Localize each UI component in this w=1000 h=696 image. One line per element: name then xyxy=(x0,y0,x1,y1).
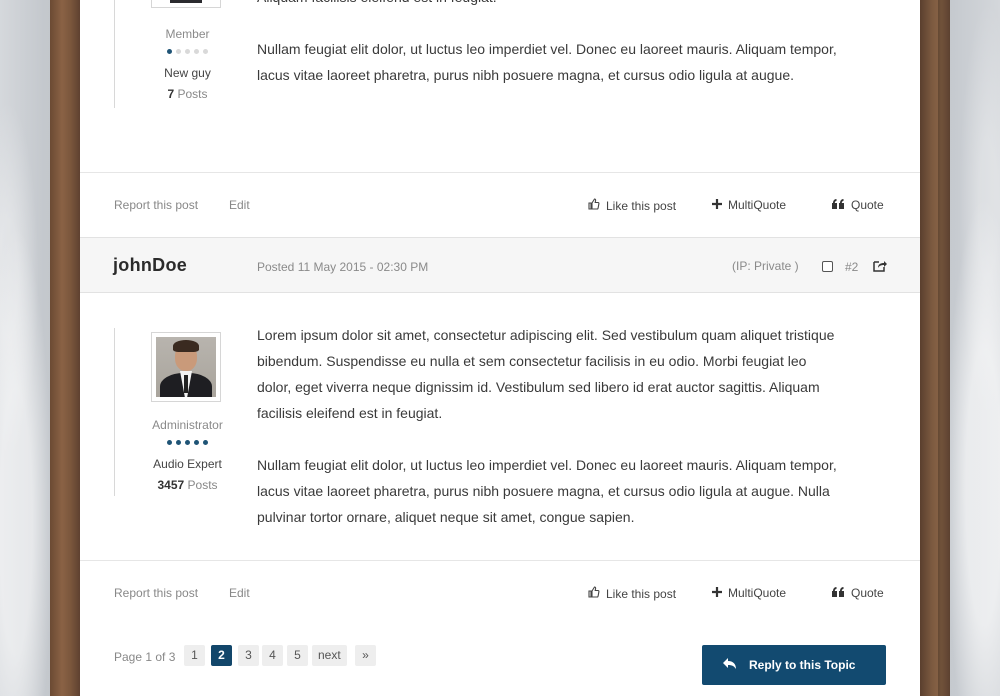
level-dot xyxy=(194,49,199,54)
plus-icon xyxy=(712,587,722,597)
like-label: Like this post xyxy=(606,587,677,601)
like-post-button[interactable]: Like this post xyxy=(588,586,676,601)
post-content: feugiat leo dolor, eget viverra neque di… xyxy=(257,0,837,114)
author-post-count: 3457 Posts xyxy=(115,478,260,492)
post-content: Lorem ipsum dolor sit amet, consectetur … xyxy=(257,322,837,556)
level-dot xyxy=(203,440,208,445)
post-date: Posted 11 May 2015 - 02:30 PM xyxy=(257,260,429,274)
page-indicator: Page 1 of 3 xyxy=(114,650,176,664)
page-link-4[interactable]: 4 xyxy=(262,645,283,666)
level-dot xyxy=(167,49,172,54)
post-2: Administrator Audio Expert 3457 Posts Lo… xyxy=(80,293,920,560)
wood-frame-left xyxy=(50,0,80,696)
page-link-5[interactable]: 5 xyxy=(287,645,308,666)
edit-post-link[interactable]: Edit xyxy=(229,198,250,212)
reply-label: Reply to this Topic xyxy=(749,658,856,672)
post-paragraph: Nullam feugiat elit dolor, ut luctus leo… xyxy=(257,457,837,525)
like-label: Like this post xyxy=(606,199,677,213)
reply-arrow-icon xyxy=(723,658,736,669)
post-paragraph: Lorem ipsum dolor sit amet, consectetur … xyxy=(257,327,835,421)
avatar[interactable] xyxy=(151,332,221,402)
select-post-checkbox[interactable] xyxy=(822,261,833,272)
author-info: Member New guy 7 Posts xyxy=(114,0,259,108)
post-actions-bar: Report this post Edit Like this post Mul… xyxy=(80,560,920,624)
level-dots xyxy=(115,49,260,54)
plus-icon xyxy=(712,199,722,209)
multiquote-label: MultiQuote xyxy=(728,586,787,600)
edit-post-link[interactable]: Edit xyxy=(229,586,250,600)
avatar-tie xyxy=(184,375,188,393)
level-dots xyxy=(115,440,260,445)
quote-label: Quote xyxy=(851,586,884,600)
forum-topic-panel: Member New guy 7 Posts feugiat leo dolor… xyxy=(80,0,920,696)
author-info: Administrator Audio Expert 3457 Posts xyxy=(114,328,259,496)
level-dot xyxy=(185,49,190,54)
next-page-link[interactable]: next xyxy=(312,645,347,666)
quote-label: Quote xyxy=(851,198,884,212)
share-icon[interactable] xyxy=(873,259,887,272)
like-post-button[interactable]: Like this post xyxy=(588,198,676,213)
frame-shadow xyxy=(938,0,950,696)
post-paragraph: Nullam feugiat elit dolor, ut luctus leo… xyxy=(257,41,837,83)
post-header: johnDoe Posted 11 May 2015 - 02:30 PM (I… xyxy=(80,237,920,293)
thumbs-up-icon xyxy=(588,198,600,210)
thumbs-up-icon xyxy=(588,586,600,598)
quote-icon xyxy=(832,587,844,597)
last-page-link[interactable]: » xyxy=(355,645,376,666)
page-link-3[interactable]: 3 xyxy=(238,645,259,666)
level-dot xyxy=(185,440,190,445)
avatar-image xyxy=(156,337,216,397)
level-dot xyxy=(203,49,208,54)
report-post-link[interactable]: Report this post xyxy=(114,198,198,212)
author-role: Member xyxy=(165,27,210,41)
post-1: Member New guy 7 Posts feugiat leo dolor… xyxy=(80,0,920,172)
page-link-1[interactable]: 1 xyxy=(184,645,205,666)
author-rank: Audio Expert xyxy=(153,457,222,471)
avatar-hair xyxy=(173,340,199,352)
reply-to-topic-button[interactable]: Reply to this Topic xyxy=(702,645,886,685)
post-count-label: Posts xyxy=(177,87,208,101)
level-dot xyxy=(176,49,181,54)
post-ip: (IP: Private ) xyxy=(732,259,799,273)
author-role: Administrator xyxy=(152,418,223,432)
avatar-image xyxy=(156,0,216,3)
post-username[interactable]: johnDoe xyxy=(113,255,187,276)
post-paragraph: feugiat leo dolor, eget viverra neque di… xyxy=(257,0,837,10)
post-number-link[interactable]: #2 xyxy=(845,260,858,274)
multiquote-label: MultiQuote xyxy=(728,198,787,212)
report-post-link[interactable]: Report this post xyxy=(114,586,198,600)
level-dot xyxy=(176,440,181,445)
multiquote-button[interactable]: MultiQuote xyxy=(712,198,786,212)
avatar[interactable] xyxy=(151,0,221,8)
multiquote-button[interactable]: MultiQuote xyxy=(712,586,786,600)
page-link-2-current[interactable]: 2 xyxy=(211,645,232,666)
quote-icon xyxy=(832,199,844,209)
author-rank: New guy xyxy=(164,66,211,80)
level-dot xyxy=(167,440,172,445)
post-count-value: 3457 xyxy=(157,478,185,492)
post-actions-bar: Report this post Edit Like this post Mul… xyxy=(80,172,920,236)
quote-button[interactable]: Quote xyxy=(832,586,884,600)
level-dot xyxy=(194,440,199,445)
post-count-value: 7 xyxy=(167,87,175,101)
author-post-count: 7 Posts xyxy=(115,87,260,101)
quote-button[interactable]: Quote xyxy=(832,198,884,212)
post-count-label: Posts xyxy=(187,478,218,492)
